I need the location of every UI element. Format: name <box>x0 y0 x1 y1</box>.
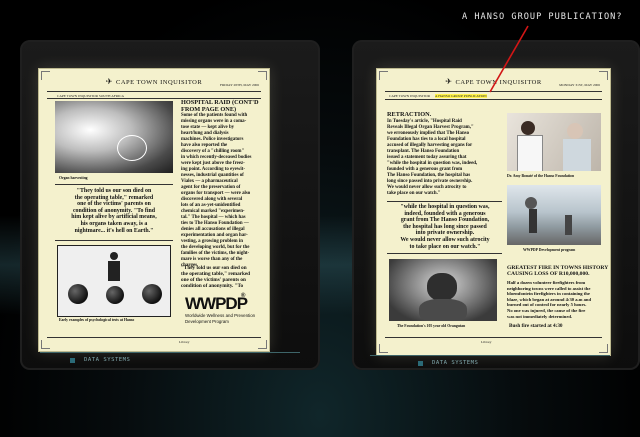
quote-line: nightmare... it's hell on Earth." <box>74 227 154 234</box>
quote-line: "They told us our son died on <box>76 188 152 194</box>
pull-quote: "while the hospital in question was, inde… <box>383 204 507 250</box>
article-body: Some of the patients found with missing o… <box>181 113 267 269</box>
header-date: FRIDAY 28TH, MAY 2006 <box>220 83 259 87</box>
bird-logo-icon: ✈ <box>445 77 453 86</box>
repeat-quote: "They told us our son died on the operati… <box>181 265 267 289</box>
person <box>529 209 537 233</box>
divider <box>387 201 502 202</box>
figure-head <box>110 252 118 260</box>
logo-line: Development Program <box>185 319 229 324</box>
status-indicator-icon <box>70 358 75 363</box>
photo-caption: WWPDP Development program <box>523 248 576 252</box>
annotation-label: A HANSO GROUP PUBLICATION? <box>462 12 623 22</box>
doctor-head <box>521 121 535 135</box>
crop-mark <box>599 344 608 353</box>
ball <box>525 197 537 209</box>
beach-photo <box>507 185 601 245</box>
quote-line: condition of anonymity. "To <box>181 283 244 289</box>
quote-line: his organs taken away, is a <box>80 220 148 227</box>
bottom-rule <box>40 352 300 353</box>
retraction-body: In Tuesday's article, "Hospital Raid Reve… <box>387 119 503 197</box>
right-newspaper-page: ✈ CAPE TOWN INQUISITOR CAPE TOWN INQUISIT… <box>376 68 611 356</box>
logo-line: Worldwide Wellness and Prevention <box>185 313 256 318</box>
quote-line: We would never allow such atrocity <box>400 236 490 243</box>
headline-line: CAUSING LOSS OF R10,000,000. <box>507 271 590 278</box>
header-date: MONDAY 31ST, MAY 2006 <box>559 83 600 87</box>
divider <box>387 253 502 254</box>
footer-rule <box>47 337 261 338</box>
crop-mark <box>41 340 50 349</box>
patient-body <box>563 139 591 171</box>
divider <box>55 184 173 185</box>
fire-caption: Bush fire started at 4:30 <box>509 323 563 329</box>
divider <box>55 240 173 241</box>
xray-photo <box>55 101 173 173</box>
doctor-photo <box>507 113 601 171</box>
quote-line: "while the hospital in question was, <box>400 204 490 210</box>
status-indicator-icon <box>418 361 423 366</box>
article-line: take place on our watch." <box>387 191 441 196</box>
photo-caption: Dr. Amy Bonaté of the Hanso Foundation <box>507 174 575 178</box>
fire-headline: GREATEST FIRE IN TOWNS HISTORY CAUSING LO… <box>507 265 610 278</box>
pull-quote: "They told us our son died on the operati… <box>53 188 175 234</box>
header-highlight: A HANSO GROUP PUBLICATION <box>435 94 487 98</box>
fire-article: Half a dozen volunteer firefighters from… <box>507 280 610 319</box>
person <box>565 215 572 235</box>
header-rule <box>385 99 602 100</box>
bird-logo-icon: ✈ <box>105 77 113 86</box>
crop-mark <box>379 344 388 353</box>
quote-line: him kept alive by artificial means, <box>71 214 157 221</box>
left-newspaper-page: ✈ CAPE TOWN INQUISITOR CAPE TOWN INQUISIT… <box>38 68 270 352</box>
highlight-circle <box>117 135 147 161</box>
footer-label: Library <box>481 340 492 344</box>
orangutan-photo <box>389 259 497 321</box>
quote-line: the hospital has long since passed <box>403 223 487 230</box>
header-left: CAPE TOWN INQUISITOR <box>389 94 431 98</box>
crop-mark <box>258 340 267 349</box>
bottom-rule <box>370 355 610 356</box>
quote-line: to take place on our watch." <box>409 243 481 250</box>
quote-line: the operating table," remarked <box>74 194 154 201</box>
registered-icon: ® <box>241 293 246 299</box>
quote-line: grant from The Hanso Foundation, <box>400 217 490 224</box>
photo-caption: The Foundation's 105 year old Orangutan <box>397 324 466 328</box>
sphere <box>106 286 124 304</box>
bottom-label: DATA SYSTEMS <box>84 357 131 363</box>
quote-line: condition of anonymity. "To find <box>72 207 156 214</box>
sphere <box>68 284 88 304</box>
doctor-coat <box>517 135 543 171</box>
article-line: was not immediately determined. <box>507 313 573 319</box>
footer-label: Library <box>179 340 190 344</box>
quote-line: into private ownership. <box>415 230 475 237</box>
orangutan-face <box>427 273 457 301</box>
footer-rule <box>385 337 602 338</box>
header-rule <box>385 91 602 92</box>
headline: HOSPITAL RAID (CONT'D FROM PAGE ONE) <box>181 99 259 113</box>
bottom-label: DATA SYSTEMS <box>432 360 479 366</box>
orangutan-body <box>419 299 467 321</box>
sphere <box>142 284 162 304</box>
photo-caption: Organ harvesting <box>59 176 88 180</box>
lab-test-photo <box>57 245 171 317</box>
figure-body <box>108 261 120 281</box>
retraction-title: RETRACTION. <box>387 111 432 118</box>
wwpdp-logo: WWPDP <box>185 294 248 313</box>
quote-line: one of the victims' parents on <box>77 201 151 208</box>
header-rule <box>47 91 261 92</box>
photo-caption: Early examples of psychological tests at… <box>59 318 135 322</box>
quote-line: indeed, founded with a generous <box>404 210 486 217</box>
patient-head <box>567 123 583 139</box>
